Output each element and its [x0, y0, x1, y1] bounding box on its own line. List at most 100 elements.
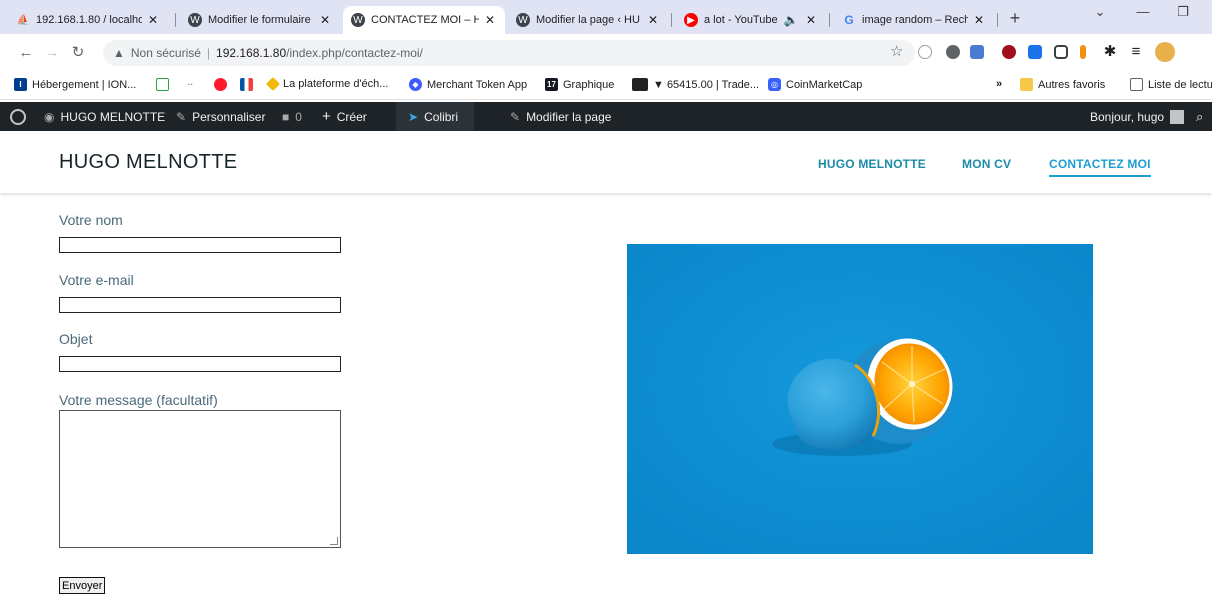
tab-separator	[175, 13, 176, 27]
tab-modifier-page[interactable]: W Modifier la page ‹ HU ✕	[508, 6, 668, 34]
site-title[interactable]: HUGO MELNOTTE	[59, 151, 237, 174]
mute-icon[interactable]: 🔈	[782, 13, 800, 27]
adminbar-account[interactable]: Bonjour, hugo	[1090, 102, 1185, 131]
pencil-icon: ✎	[510, 109, 521, 124]
minimize-icon[interactable]: —	[1128, 4, 1158, 19]
bookmark-trade[interactable]: ▼ 65415.00 | Trade...	[632, 78, 759, 91]
bookmark-ionos[interactable]: I Hébergement | ION...	[14, 78, 136, 91]
email-field[interactable]	[59, 297, 341, 313]
restore-icon[interactable]: ❐	[1168, 4, 1198, 20]
warning-icon: ▲	[113, 46, 125, 60]
site-header: HUGO MELNOTTE HUGO MELNOTTE MON CV CONTA…	[0, 131, 1212, 193]
bookmark-small[interactable]: ··	[184, 78, 202, 91]
search-icon[interactable]: ⌕	[1196, 102, 1203, 131]
adminbar-comments[interactable]: ■ 0	[282, 102, 302, 131]
youtube-icon: ▶	[684, 13, 698, 27]
ionos-icon: I	[14, 78, 27, 91]
close-icon[interactable]: ✕	[483, 13, 497, 27]
email-label: Votre e-mail	[59, 272, 134, 288]
adminbar-create[interactable]: + Créer	[322, 102, 367, 131]
extension-bars-icon[interactable]	[1080, 45, 1086, 59]
tab-phpmyadmin[interactable]: ⛵ 192.168.1.80 / localho ✕	[8, 6, 168, 34]
bookmark-opera[interactable]	[214, 78, 232, 91]
tab-search-icon[interactable]: ⌄	[1085, 4, 1115, 20]
adminbar-customize[interactable]: ✎ Personnaliser	[176, 102, 265, 131]
tab-google-search[interactable]: G image random – Rech ✕	[834, 6, 994, 34]
reading-list-icon	[1130, 78, 1143, 91]
name-field[interactable]	[59, 237, 341, 253]
forward-arrow-icon[interactable]: →	[42, 43, 62, 63]
address-bar[interactable]: ▲ Non sécurisé | 192.168.1.80/index.php/…	[103, 40, 915, 66]
bookmark-green-icon	[156, 78, 169, 91]
bookmark-autres-favoris[interactable]: Autres favoris	[1020, 78, 1105, 91]
bookmark-merchant[interactable]: ◆ Merchant Token App	[409, 78, 527, 91]
nav-hugo-melnotte[interactable]: HUGO MELNOTTE	[818, 157, 926, 171]
bookmark-green[interactable]	[156, 78, 174, 91]
close-icon[interactable]: ✕	[318, 13, 332, 27]
submit-button[interactable]: Envoyer	[59, 577, 106, 594]
tab-contactez-moi[interactable]: W CONTACTEZ MOI – HU ✕	[343, 6, 505, 34]
extension-ublock-icon[interactable]	[1002, 45, 1016, 59]
nav-contactez-moi[interactable]: CONTACTEZ MOI	[1049, 157, 1151, 177]
extension-adblock-icon[interactable]	[946, 45, 960, 59]
nav-mon-cv[interactable]: MON CV	[962, 157, 1011, 171]
address-separator: |	[206, 46, 211, 60]
wp-admin-bar: ◉ HUGO MELNOTTE ✎ Personnaliser ■ 0 + Cr…	[0, 102, 1212, 131]
hero-image	[627, 244, 1093, 554]
adminbar-edit-page[interactable]: ✎ Modifier la page	[510, 102, 611, 131]
extension-translate-icon[interactable]	[970, 45, 984, 59]
bookmarks-more-button[interactable]: »	[996, 78, 1002, 90]
coinmarketcap-icon: ◎	[768, 78, 781, 91]
wordpress-icon: W	[351, 13, 365, 27]
tradingview-icon: 17	[545, 78, 558, 91]
bookmark-binance[interactable]: La plateforme d'éch...	[265, 76, 388, 92]
bookmark-coinmarketcap[interactable]: ◎ CoinMarketCap	[768, 78, 862, 91]
phpmyadmin-icon: ⛵	[16, 14, 30, 26]
extension-screen-icon[interactable]	[1054, 45, 1068, 59]
subject-field[interactable]	[59, 356, 341, 372]
folder-icon	[1020, 78, 1033, 91]
wp-logo-icon[interactable]	[10, 102, 26, 131]
media-queue-icon[interactable]: ≡	[1126, 42, 1146, 62]
wordpress-icon: W	[188, 13, 202, 27]
subject-label: Objet	[59, 331, 93, 347]
tab-separator	[829, 13, 830, 27]
resize-handle-icon[interactable]	[330, 537, 338, 545]
profile-avatar[interactable]	[1155, 42, 1175, 62]
name-label: Votre nom	[59, 212, 123, 228]
browser-toolbar: ← → ↻ ▲ Non sécurisé | 192.168.1.80/inde…	[0, 34, 1212, 72]
close-icon[interactable]: ✕	[646, 13, 660, 27]
opera-icon	[214, 78, 227, 91]
binance-icon	[265, 76, 281, 92]
dashboard-icon: ◉	[44, 109, 55, 124]
bookmark-graphique[interactable]: 17 Graphique	[545, 78, 614, 91]
message-label: Votre message (facultatif)	[59, 392, 218, 408]
adminbar-colibri[interactable]: ➤ Colibri	[396, 102, 475, 131]
avatar	[1170, 109, 1185, 124]
tab-strip: ⛵ 192.168.1.80 / localho ✕ W Modifier le…	[0, 0, 1212, 34]
message-textarea[interactable]	[59, 410, 341, 548]
close-icon[interactable]: ✕	[146, 13, 160, 27]
extension-key-icon[interactable]	[918, 45, 932, 59]
blue-orange-photo	[627, 244, 1093, 554]
tab-separator	[997, 13, 998, 27]
tab-modifier-formulaire[interactable]: W Modifier le formulaire ✕	[180, 6, 340, 34]
new-tab-button[interactable]: +	[1004, 8, 1026, 30]
google-icon: G	[844, 13, 854, 27]
close-icon[interactable]: ✕	[972, 13, 986, 27]
close-icon[interactable]: ✕	[804, 13, 818, 27]
wordpress-icon: W	[516, 13, 530, 27]
extension-s-icon[interactable]	[1028, 45, 1042, 59]
reload-icon[interactable]: ↻	[68, 43, 88, 63]
tab-youtube[interactable]: ▶ a lot - YouTube M 🔈 ✕	[676, 6, 826, 34]
bookmarks-bar: I Hébergement | ION... ·· La plateforme …	[0, 72, 1212, 100]
bookmark-star-icon[interactable]: ☆	[890, 42, 903, 60]
extensions-puzzle-icon[interactable]: ✱	[1100, 42, 1120, 62]
back-arrow-icon[interactable]: ←	[16, 43, 36, 63]
bookmark-flag[interactable]	[240, 78, 258, 91]
ticker-icon	[632, 78, 648, 91]
adminbar-site-name[interactable]: ◉ HUGO MELNOTTE	[44, 102, 165, 131]
brush-icon: ✎	[176, 109, 187, 124]
bookmark-reading-list[interactable]: Liste de lectu	[1130, 78, 1212, 91]
merchant-token-icon: ◆	[409, 78, 422, 91]
